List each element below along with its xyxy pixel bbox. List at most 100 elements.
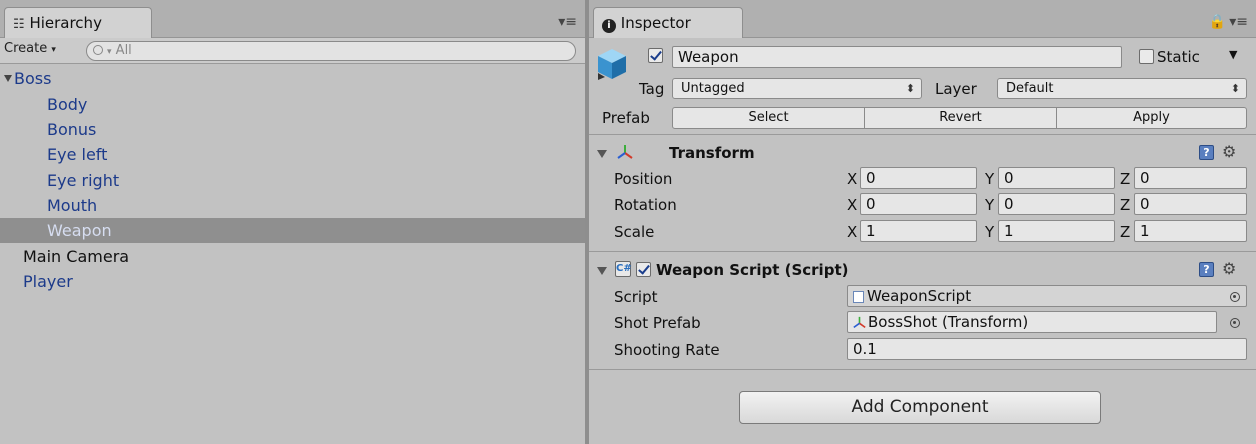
search-placeholder: All bbox=[115, 43, 132, 58]
create-label: Create bbox=[4, 41, 48, 56]
tree-item-label: Eye left bbox=[47, 145, 108, 164]
script-value: WeaponScript bbox=[867, 287, 972, 305]
tree-item-main-camera[interactable]: Main Camera bbox=[0, 244, 585, 269]
rotation-y-field[interactable]: 0 bbox=[998, 193, 1115, 215]
tree-item-eye-right[interactable]: Eye right bbox=[0, 168, 585, 193]
help-icon[interactable]: ? bbox=[1199, 262, 1214, 277]
hierarchy-toolbar: Create ▾ ▾ All bbox=[0, 38, 585, 64]
tree-item-player[interactable]: Player bbox=[0, 269, 585, 294]
scale-y-field[interactable]: 1 bbox=[998, 220, 1115, 242]
expand-arrow-icon[interactable] bbox=[4, 75, 12, 82]
script-file-icon bbox=[853, 290, 864, 303]
inspector-tab-label: Inspector bbox=[620, 14, 691, 32]
layer-dropdown[interactable]: Default ⬍ bbox=[997, 78, 1247, 99]
hierarchy-tab[interactable]: ☷ Hierarchy bbox=[4, 7, 152, 38]
scale-x-field[interactable]: 1 bbox=[860, 220, 977, 242]
dropdown-arrows-icon: ⬍ bbox=[1230, 82, 1240, 95]
add-component-button[interactable]: Add Component bbox=[739, 391, 1101, 424]
rotation-z-field[interactable]: 0 bbox=[1134, 193, 1247, 215]
tab-menu-icon[interactable]: ▾≡ bbox=[1229, 14, 1248, 30]
object-picker-icon[interactable] bbox=[1230, 318, 1240, 328]
tree-item-label: Boss bbox=[14, 69, 52, 88]
hierarchy-search-input[interactable]: ▾ All bbox=[86, 41, 576, 61]
position-label: Position bbox=[614, 170, 673, 188]
layer-value: Default bbox=[1006, 81, 1054, 96]
axis-z-label[interactable]: Z bbox=[1120, 170, 1130, 188]
csharp-script-icon: C# bbox=[615, 261, 632, 277]
list-icon: ☷ bbox=[13, 17, 25, 32]
lock-icon[interactable]: 🔒 bbox=[1209, 14, 1226, 30]
shot-prefab-label: Shot Prefab bbox=[614, 314, 701, 332]
tag-dropdown[interactable]: Untagged ⬍ bbox=[672, 78, 922, 99]
gear-icon[interactable]: ⚙ bbox=[1222, 142, 1236, 161]
object-header: Weapon Static ▼ Tag Untagged ⬍ Layer Def… bbox=[589, 39, 1256, 135]
tree-item-label: Weapon bbox=[47, 221, 112, 240]
tree-item-weapon[interactable]: Weapon bbox=[0, 218, 585, 243]
tab-menu-icon[interactable]: ▾≡ bbox=[558, 14, 577, 30]
scale-z-field[interactable]: 1 bbox=[1134, 220, 1247, 242]
tree-item-body[interactable]: Body bbox=[0, 92, 585, 117]
axis-x-label[interactable]: X bbox=[847, 223, 857, 241]
shot-prefab-value: BossShot (Transform) bbox=[868, 313, 1029, 331]
tag-value: Untagged bbox=[681, 81, 745, 96]
tree-item-label: Eye right bbox=[47, 171, 120, 190]
script-object-field[interactable]: WeaponScript bbox=[847, 285, 1247, 307]
gear-icon[interactable]: ⚙ bbox=[1222, 259, 1236, 278]
static-checkbox[interactable] bbox=[1139, 49, 1154, 64]
prefab-apply-button[interactable]: Apply bbox=[1056, 107, 1247, 129]
axis-x-label[interactable]: X bbox=[847, 196, 857, 214]
tree-item-mouth[interactable]: Mouth bbox=[0, 193, 585, 218]
prefab-select-button[interactable]: Select bbox=[672, 107, 865, 129]
search-filter-arrow-icon: ▾ bbox=[107, 47, 112, 57]
search-icon bbox=[93, 45, 103, 55]
inspector-tab[interactable]: i Inspector bbox=[593, 7, 743, 38]
prefab-label: Prefab bbox=[602, 109, 650, 127]
axis-z-label[interactable]: Z bbox=[1120, 196, 1130, 214]
tree-item-eye-left[interactable]: Eye left bbox=[0, 142, 585, 167]
rotation-label: Rotation bbox=[614, 196, 677, 214]
axis-y-label[interactable]: Y bbox=[985, 196, 994, 214]
static-label: Static bbox=[1157, 48, 1200, 66]
tag-label: Tag bbox=[639, 80, 665, 98]
dropdown-arrows-icon: ⬍ bbox=[905, 82, 915, 95]
axis-y-label[interactable]: Y bbox=[985, 170, 994, 188]
hierarchy-tabbar: ☷ Hierarchy ▾≡ bbox=[0, 0, 585, 38]
position-x-field[interactable]: 0 bbox=[860, 167, 977, 189]
foldout-arrow-icon[interactable] bbox=[597, 267, 607, 275]
position-z-field[interactable]: 0 bbox=[1134, 167, 1247, 189]
weapon-script-title: Weapon Script (Script) bbox=[656, 261, 849, 279]
hierarchy-tab-label: Hierarchy bbox=[29, 14, 102, 32]
active-checkbox[interactable] bbox=[648, 48, 663, 63]
info-icon: i bbox=[602, 19, 616, 33]
tree-item-label: Player bbox=[23, 272, 73, 291]
position-y-field[interactable]: 0 bbox=[998, 167, 1115, 189]
axis-z-label[interactable]: Z bbox=[1120, 223, 1130, 241]
object-picker-icon[interactable] bbox=[1230, 292, 1240, 302]
axis-y-label[interactable]: Y bbox=[985, 223, 994, 241]
script-enabled-checkbox[interactable] bbox=[636, 262, 651, 277]
weapon-script-header[interactable]: C# Weapon Script (Script) ? ⚙ bbox=[589, 257, 1256, 283]
tree-item-label: Main Camera bbox=[23, 247, 130, 266]
inspector-tabbar: i Inspector 🔒 ▾≡ bbox=[589, 0, 1256, 38]
layer-label: Layer bbox=[935, 80, 977, 98]
gameobject-cube-icon bbox=[598, 49, 626, 80]
script-label: Script bbox=[614, 288, 658, 306]
tree-item-bonus[interactable]: Bonus bbox=[0, 117, 585, 142]
shot-prefab-field[interactable]: BossShot (Transform) bbox=[847, 311, 1217, 333]
prefab-revert-button[interactable]: Revert bbox=[864, 107, 1057, 129]
foldout-arrow-icon[interactable] bbox=[597, 150, 607, 158]
tree-item-label: Mouth bbox=[47, 196, 98, 215]
inspector-panel: i Inspector 🔒 ▾≡ Weapon Static ▼ Tag Unt… bbox=[589, 0, 1256, 444]
component-separator bbox=[589, 251, 1256, 252]
help-icon[interactable]: ? bbox=[1199, 145, 1214, 160]
rotation-x-field[interactable]: 0 bbox=[860, 193, 977, 215]
tree-item-boss[interactable]: Boss bbox=[0, 66, 585, 91]
axis-x-label[interactable]: X bbox=[847, 170, 857, 188]
object-name-field[interactable]: Weapon bbox=[672, 46, 1122, 68]
static-dropdown-arrow-icon[interactable]: ▼ bbox=[1229, 48, 1237, 61]
component-separator bbox=[589, 369, 1256, 370]
tree-item-label: Bonus bbox=[47, 120, 97, 139]
shooting-rate-field[interactable]: 0.1 bbox=[847, 338, 1247, 360]
create-dropdown-button[interactable]: Create ▾ bbox=[4, 41, 56, 56]
transform-header[interactable]: Transform ? ⚙ bbox=[589, 140, 1256, 166]
